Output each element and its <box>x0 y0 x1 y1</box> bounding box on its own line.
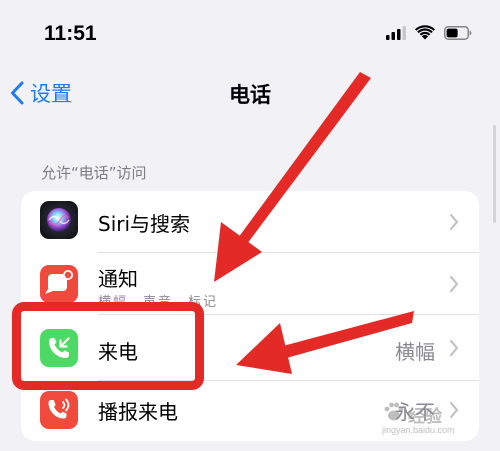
watermark-url: jingyan.baidu.com <box>382 425 455 435</box>
annotation-arrow-left <box>236 311 414 374</box>
watermark-text: 经验 <box>408 407 442 427</box>
paw-logo-icon <box>384 402 404 421</box>
annotation-arrows <box>214 72 414 374</box>
watermark: 经验 jingyan.baidu.com <box>380 398 492 440</box>
annotation-arrow-down <box>214 72 371 282</box>
